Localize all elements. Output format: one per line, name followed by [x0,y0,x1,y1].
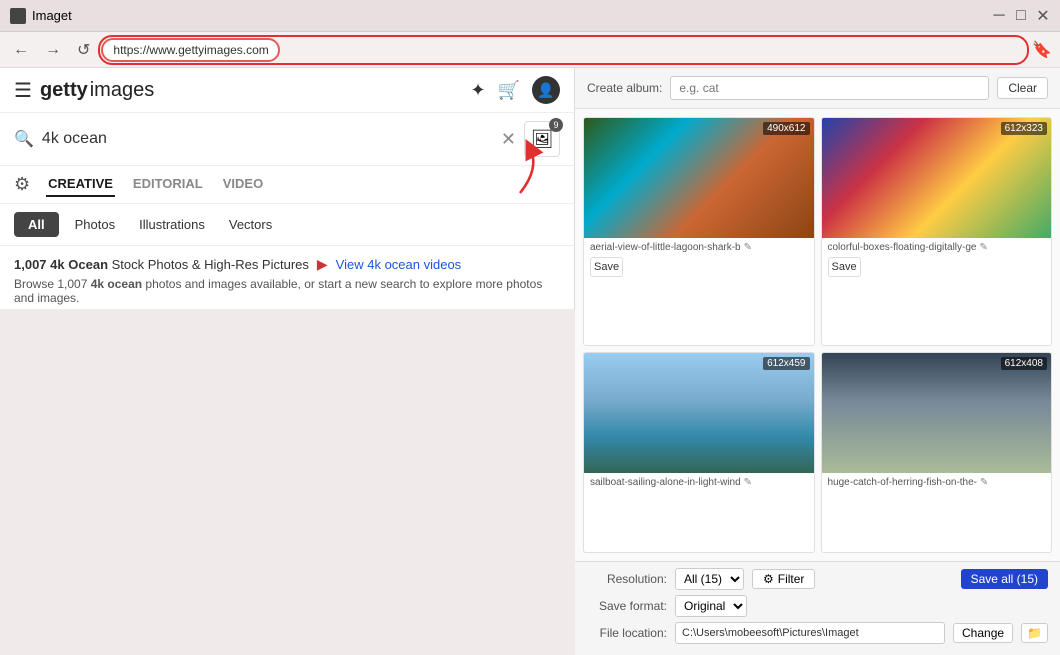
video-link[interactable]: View 4k ocean videos [336,257,462,272]
open-folder-button[interactable]: 📁 [1021,623,1048,643]
filter-tabs: ⚙ CREATIVE EDITORIAL VIDEO [0,166,574,204]
search-input[interactable] [42,130,493,148]
file-location-input[interactable] [675,622,945,644]
format-row: Save format: OriginalJPEGPNG [587,595,1048,617]
menu-button[interactable]: ☰ [14,78,32,103]
sub-filter-bar: All Photos Illustrations Vectors [0,204,574,246]
getty-header: ☰ getty images ✦ 🛒 👤 [0,68,574,113]
filter-vectors-button[interactable]: Vectors [221,212,280,237]
image-search-badge: 9 [549,118,563,132]
image-thumbnail[interactable] [584,353,814,473]
image-search-icon: 🖼 [531,129,554,150]
bookmark-button[interactable]: 🔖 [1032,40,1052,60]
edit-icon: ✎ [744,242,752,253]
list-item: 612x408 huge-catch-of-herring-fish-on-th… [821,352,1053,553]
bottom-controls: Resolution: All (15)HD4K ⚙ Filter Save a… [575,561,1060,655]
window-title: Imaget [10,8,72,24]
change-location-button[interactable]: Change [953,623,1013,643]
getty-logo: getty images [40,79,154,102]
image-name: colorful-boxes-floating-digitally-ge ✎ [822,238,1052,255]
resolution-row: Resolution: All (15)HD4K ⚙ Filter Save a… [587,568,1048,590]
search-clear-button[interactable]: ✕ [501,129,516,150]
image-thumbnail[interactable] [584,118,814,238]
folder-icon: 📁 [1027,626,1042,640]
album-input[interactable] [670,76,989,100]
app-icon [10,8,26,24]
resolution-select[interactable]: All (15)HD4K [675,568,744,590]
results-description: Browse 1,007 4k ocean photos and images … [14,277,560,305]
file-location-label: File location: [587,626,667,640]
top-controls: Create album: Clear [575,68,1060,109]
refresh-button[interactable]: ↺ [72,38,95,62]
list-item: 612x323 colorful-boxes-floating-digitall… [821,117,1053,346]
edit-icon: ✎ [744,477,752,488]
save-format-label: Save format: [587,599,667,613]
results-title-line: 1,007 4k Ocean Stock Photos & High-Res P… [14,256,560,273]
edit-icon: ✎ [979,242,987,253]
image-grid: 490x612 aerial-view-of-little-lagoon-sha… [575,109,1060,561]
edit-icon: ✎ [980,477,988,488]
window-chrome: Imaget ─ □ ✕ [0,0,1060,32]
address-bar-input[interactable] [101,38,280,62]
image-thumbnail[interactable] [822,118,1052,238]
tab-editorial[interactable]: EDITORIAL [131,172,205,197]
video-icon: ▶ [317,256,328,273]
tab-creative[interactable]: CREATIVE [46,172,115,197]
filter-icon: ⚙ [763,572,774,586]
sparkle-button[interactable]: ✦ [470,80,485,101]
address-bar-wrapper [101,38,1026,62]
save-image-button[interactable]: Save [828,257,861,277]
image-name: aerial-view-of-little-lagoon-shark-b ✎ [584,238,814,255]
logo-text-light: images [90,79,154,102]
window-controls: ─ □ ✕ [992,9,1050,23]
image-dimensions: 490x612 [763,122,809,135]
left-panel: ☰ getty images ✦ 🛒 👤 🔍 [0,68,575,309]
image-dimensions: 612x459 [763,357,809,370]
search-bar: 🔍 ✕ 🖼 9 [0,113,574,166]
tab-video[interactable]: VIDEO [221,172,265,197]
right-panel: Create album: Clear 490x612 aerial-view-… [575,68,1060,655]
filter-button[interactable]: ⚙ Filter [752,569,815,589]
filter-all-button[interactable]: All [14,212,59,237]
cart-button[interactable]: 🛒 [498,80,520,101]
image-dimensions: 612x323 [1001,122,1047,135]
close-button[interactable]: ✕ [1036,9,1050,23]
list-item: 490x612 aerial-view-of-little-lagoon-sha… [583,117,815,346]
save-all-button[interactable]: Save all (15) [961,569,1048,589]
main-layout: ☰ getty images ✦ 🛒 👤 🔍 [0,68,1060,655]
clear-button[interactable]: Clear [997,77,1048,99]
filter-options-button[interactable]: ⚙ [14,174,30,195]
filter-photos-button[interactable]: Photos [67,212,123,237]
logo-text-bold: getty [40,79,88,102]
app-title: Imaget [32,8,72,23]
minimize-button[interactable]: ─ [992,9,1006,23]
format-select[interactable]: OriginalJPEGPNG [675,595,747,617]
filter-illustrations-button[interactable]: Illustrations [131,212,213,237]
user-button[interactable]: 👤 [532,76,560,104]
forward-button[interactable]: → [40,39,66,61]
maximize-button[interactable]: □ [1014,9,1028,23]
image-name: huge-catch-of-herring-fish-on-the- ✎ [822,473,1052,490]
results-info: 1,007 4k Ocean Stock Photos & High-Res P… [0,246,574,309]
search-icon: 🔍 [14,129,34,149]
save-image-button[interactable]: Save [590,257,623,277]
image-dimensions: 612x408 [1001,357,1047,370]
create-album-label: Create album: [587,81,662,95]
file-location-row: File location: Change 📁 [587,622,1048,644]
header-icons: ✦ 🛒 👤 [470,76,560,104]
image-thumbnail[interactable] [822,353,1052,473]
left-panel-wrapper: ☰ getty images ✦ 🛒 👤 🔍 [0,68,575,655]
list-item: 612x459 sailboat-sailing-alone-in-light-… [583,352,815,553]
resolution-label: Resolution: [587,572,667,586]
image-name: sailboat-sailing-alone-in-light-wind ✎ [584,473,814,490]
image-search-button[interactable]: 🖼 9 [524,121,560,157]
results-count-text: 1,007 4k Ocean Stock Photos & High-Res P… [14,257,309,272]
browser-bar: ← → ↺ 🔖 [0,32,1060,68]
back-button[interactable]: ← [8,39,34,61]
